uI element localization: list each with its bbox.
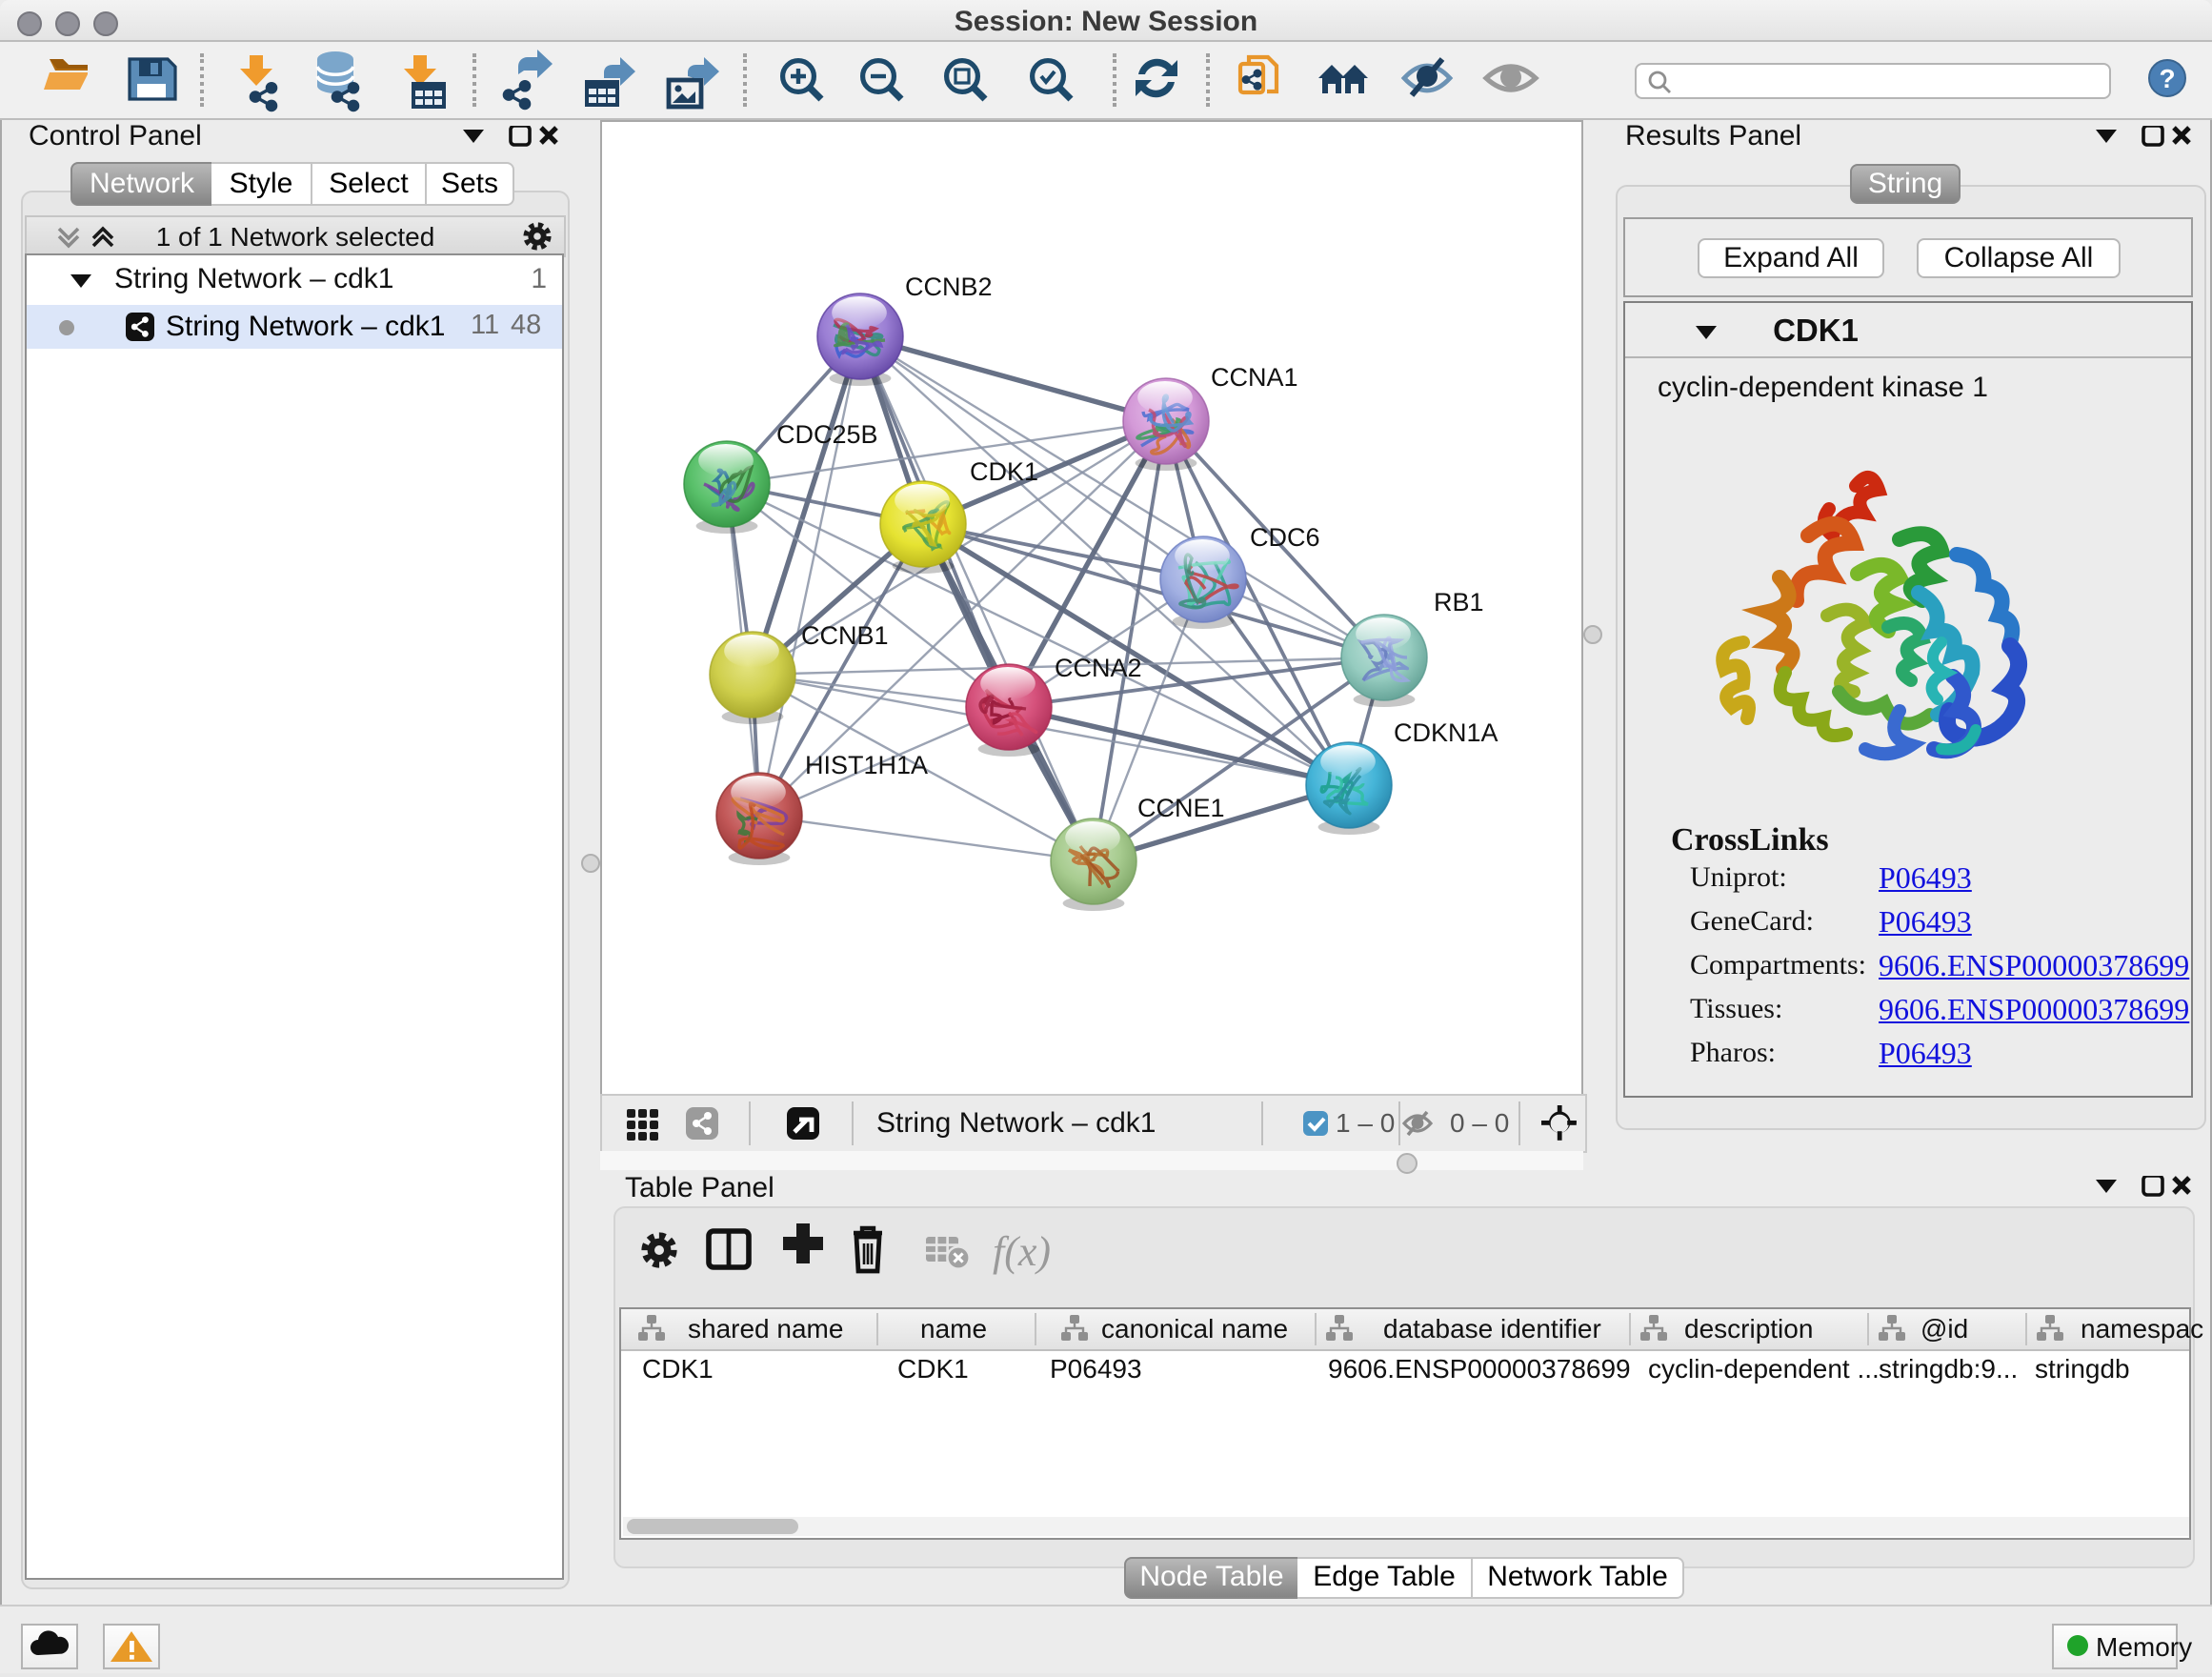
svg-text:RB1: RB1 bbox=[1434, 588, 1484, 616]
svg-text:HIST1H1A: HIST1H1A bbox=[805, 751, 928, 779]
svg-text:?: ? bbox=[2159, 64, 2175, 93]
svg-text:CCNA2: CCNA2 bbox=[1055, 654, 1142, 682]
svg-text:CCNB2: CCNB2 bbox=[905, 273, 993, 301]
svg-text:CCNE1: CCNE1 bbox=[1137, 794, 1225, 822]
svg-text:CCNB1: CCNB1 bbox=[801, 621, 889, 650]
svg-text:f(x): f(x) bbox=[993, 1228, 1051, 1275]
svg-text:CCNA1: CCNA1 bbox=[1211, 363, 1298, 392]
svg-text:CDKN1A: CDKN1A bbox=[1394, 718, 1498, 747]
svg-text:CDK1: CDK1 bbox=[970, 457, 1038, 486]
svg-text:CDC6: CDC6 bbox=[1250, 523, 1320, 552]
svg-text:CDC25B: CDC25B bbox=[776, 420, 878, 449]
